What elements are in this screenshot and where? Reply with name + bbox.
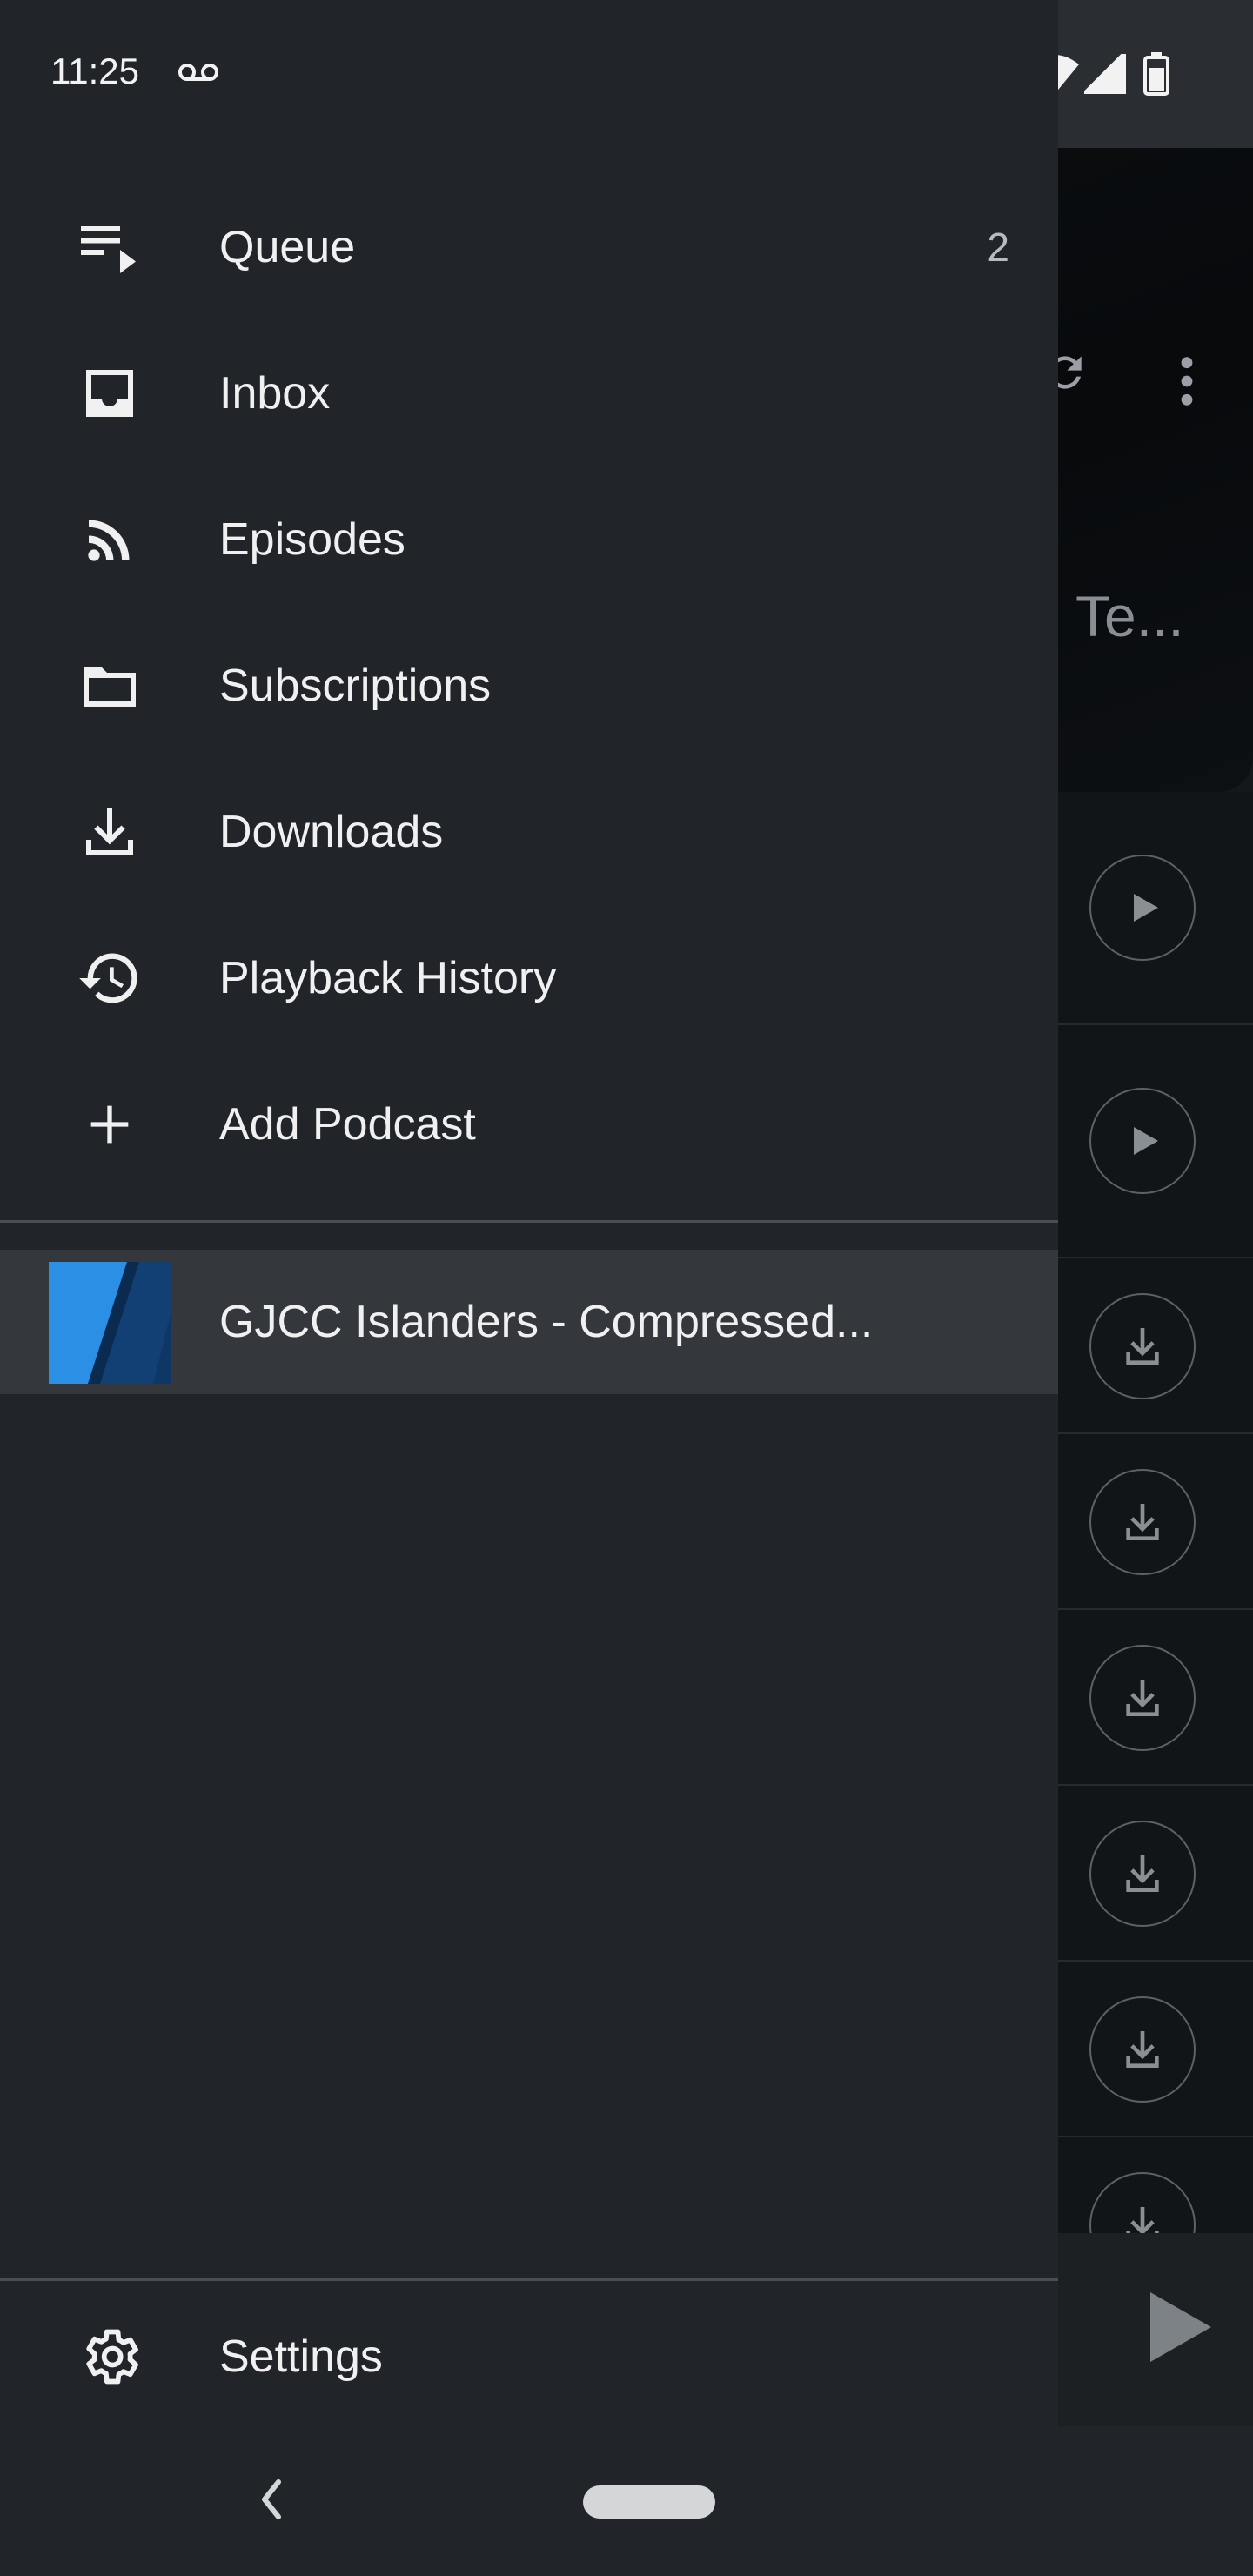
play-icon: [1134, 894, 1158, 922]
queue-count-badge: 2: [987, 225, 1009, 270]
download-icon: [75, 797, 144, 867]
drawer-divider: [0, 1220, 1058, 1223]
rss-icon: [75, 505, 144, 574]
drawer-item-label: Add Podcast: [219, 1099, 476, 1150]
status-time: 11:25: [50, 50, 139, 91]
download-icon: [1126, 1680, 1159, 1716]
drawer-status-area: 11:25: [0, 0, 1058, 148]
subscription-title: GJCC Islanders - Compressed...: [219, 1297, 874, 1347]
drawer-item-label: Queue: [219, 222, 356, 272]
episode-download-button[interactable]: [1089, 1645, 1196, 1751]
drawer-item-label: Playback History: [219, 953, 557, 1003]
back-icon[interactable]: [254, 2473, 289, 2526]
podcast-cover-image: [49, 1262, 171, 1384]
download-icon: [1126, 1504, 1159, 1540]
drawer-item-add-podcast[interactable]: Add Podcast: [0, 1051, 1058, 1197]
drawer-item-queue[interactable]: Queue 2: [0, 174, 1058, 320]
download-icon: [1126, 1328, 1159, 1365]
home-handle[interactable]: [583, 2485, 715, 2519]
drawer-footer-divider: [0, 2278, 1058, 2281]
drawer-item-episodes[interactable]: Episodes: [0, 466, 1058, 613]
episode-download-button[interactable]: [1089, 1996, 1196, 2103]
episode-download-button[interactable]: [1089, 1821, 1196, 1927]
drawer-item-inbox[interactable]: Inbox: [0, 320, 1058, 466]
system-navigation-bar: [0, 2426, 1253, 2576]
queue-icon: [75, 212, 144, 282]
download-icon: [1126, 2031, 1159, 2068]
drawer-item-downloads[interactable]: Downloads: [0, 759, 1058, 905]
episode-play-button[interactable]: [1089, 1088, 1196, 1194]
history-icon: [75, 943, 144, 1013]
drawer-item-subscriptions[interactable]: Subscriptions: [0, 613, 1058, 759]
download-icon: [1126, 2207, 1159, 2233]
plus-icon: [75, 1090, 144, 1159]
drawer-item-label: Episodes: [219, 514, 405, 565]
battery-icon: [1143, 52, 1169, 96]
navigation-drawer: 11:25 Queue 2 Inbox Episodes Subscriptio…: [0, 0, 1058, 2576]
signal-icon: [1084, 54, 1126, 94]
voicemail-icon: [178, 64, 218, 81]
download-icon: [1126, 1855, 1159, 1892]
inbox-icon: [75, 359, 144, 428]
drawer-item-label: Settings: [219, 2331, 383, 2382]
podcast-title: Te...: [1075, 584, 1184, 648]
play-icon: [1134, 1127, 1158, 1155]
drawer-item-label: Subscriptions: [219, 661, 492, 711]
more-vert-icon[interactable]: [1171, 353, 1203, 409]
gear-icon: [75, 2322, 144, 2392]
drawer-item-playback-history[interactable]: Playback History: [0, 905, 1058, 1051]
folder-icon: [75, 651, 144, 721]
drawer-item-label: Downloads: [219, 807, 444, 857]
play-icon[interactable]: [1150, 2292, 1211, 2362]
drawer-item-settings[interactable]: Settings: [0, 2285, 1058, 2428]
drawer-item-label: Inbox: [219, 368, 331, 419]
episode-download-button[interactable]: [1089, 1469, 1196, 1575]
episode-play-button[interactable]: [1089, 855, 1196, 961]
episode-download-button[interactable]: [1089, 1293, 1196, 1399]
drawer-subscription-item[interactable]: GJCC Islanders - Compressed...: [0, 1250, 1058, 1394]
episode-download-button[interactable]: [1089, 2172, 1196, 2233]
